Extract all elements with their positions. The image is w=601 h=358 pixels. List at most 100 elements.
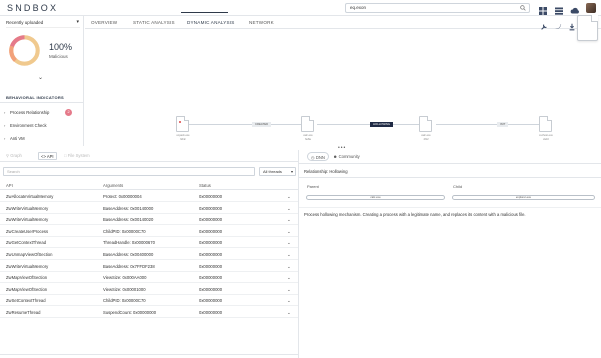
table-row[interactable]: ZwWriteVirtualMemory BaseAddress: 0x7FFDF…	[0, 261, 298, 272]
tab-graph[interactable]: ⚲ Graph	[6, 153, 22, 158]
cloud-upload-icon[interactable]	[570, 3, 580, 14]
grid-icon[interactable]	[538, 3, 548, 15]
process-node-icon[interactable]	[419, 116, 432, 132]
row-expand-chevron-icon[interactable]: ⌄	[287, 310, 291, 316]
tab-overview[interactable]: OVERVIEW	[91, 20, 117, 25]
process-node-icon[interactable]	[176, 116, 189, 132]
process-node-icon[interactable]	[539, 116, 552, 132]
top-bar: SNDBOX eq.exon	[0, 0, 601, 16]
cell-arguments: BaseAddress: 0x7FFDF238	[103, 263, 155, 269]
divider	[299, 207, 601, 208]
tab-static-analysis[interactable]: STATIC ANALYSIS	[133, 20, 175, 25]
process-node-icon[interactable]	[301, 116, 314, 132]
table-row[interactable]: ZwUnmapViewOfSection BaseAddress: 0x00400…	[0, 249, 298, 260]
row-expand-chevron-icon[interactable]: ⌄	[287, 206, 291, 212]
tab-community-label: Community	[338, 154, 360, 159]
twitter-icon[interactable]	[554, 18, 562, 29]
resize-handle[interactable]: •••	[338, 145, 346, 151]
threads-value: All threads	[263, 169, 282, 174]
cell-arguments: BaseAddress: 0x00400000	[103, 252, 154, 257]
expand-chevron-icon[interactable]: ⌄	[38, 74, 43, 81]
app-root: SNDBOX eq.exon Recently uploaded ▾ 100% …	[0, 0, 601, 358]
table-row[interactable]: ZwWriteVirtualMemory BaseAddress: 0x00140…	[0, 214, 298, 226]
indicator-item[interactable]: › Environment Check	[4, 123, 47, 128]
table-row[interactable]: ZwMapViewOfSection ViewSize: 0x000AA000 0x…	[0, 272, 298, 284]
cell-api: ZwMapViewOfSection	[6, 286, 48, 292]
recent-dropdown[interactable]: Recently uploaded ▾	[6, 19, 80, 28]
table-row[interactable]: ZwSetContextThread ChildPID: 0x00000C70 0x…	[0, 295, 298, 307]
search-icon[interactable]	[520, 5, 526, 14]
relationship-description: Process hollowing mechanism. Creating a …	[304, 212, 526, 217]
header-status[interactable]: Status	[199, 183, 211, 188]
chevron-right-icon: ›	[4, 110, 6, 115]
table-row[interactable]: ZwGetContextThread ThreadHandle: 0x000006…	[0, 237, 298, 249]
child-label: Child	[453, 184, 463, 189]
download-icon[interactable]	[568, 18, 576, 31]
avatar[interactable]	[586, 3, 596, 13]
header-api[interactable]: API	[6, 183, 13, 188]
process-node-name: unpack.exe	[176, 134, 190, 137]
row-expand-chevron-icon[interactable]: ⌄	[287, 252, 291, 258]
edge-label[interactable]: INIT	[497, 122, 509, 127]
cell-api: ZwWriteVirtualMemory	[6, 205, 49, 211]
child-process-pill[interactable]: explorer.exe	[452, 195, 595, 200]
parent-process-pill[interactable]: calc.exe	[306, 195, 445, 200]
table-row[interactable]: ZwResumeThread SuspendCount: 0x00000000 0x…	[0, 307, 298, 318]
users-icon: ☻	[333, 154, 338, 159]
threads-select[interactable]: All threads ▾	[259, 167, 296, 176]
tab-network[interactable]: NETWORK	[249, 20, 274, 25]
tab-file-system[interactable]: □ File System	[64, 153, 90, 158]
threat-score-donut	[9, 35, 40, 66]
cell-api: ZwResumeThread	[6, 310, 41, 315]
edge-label[interactable]: CREATED	[252, 122, 272, 127]
list-icon[interactable]	[554, 3, 564, 15]
process-node-id: 4f12	[423, 138, 429, 141]
search-input[interactable]: eq.exon	[345, 3, 530, 13]
row-expand-chevron-icon[interactable]: ⌄	[287, 217, 291, 223]
table-row[interactable]: ZwWriteVirtualMemory BaseAddress: 0x00140…	[0, 203, 298, 214]
tab-api-label: API	[46, 154, 54, 159]
row-expand-chevron-icon[interactable]: ⌄	[287, 287, 291, 293]
cell-status: 0x00000000	[199, 298, 223, 304]
edge-label-selected[interactable]: HOLLOWING	[370, 122, 394, 127]
pin-icon: ⚲	[6, 153, 10, 158]
row-expand-chevron-icon[interactable]: ⌄	[287, 275, 291, 281]
table-row[interactable]: ZwAllocateVirtualMemory Protect: 0x000000…	[0, 191, 298, 202]
cell-arguments: SuspendCount: 0x00000000	[103, 310, 157, 315]
cell-arguments: ChildPID: 0x00000C70	[103, 298, 146, 304]
cell-status: 0x00000000	[199, 286, 223, 292]
row-expand-chevron-icon[interactable]: ⌄	[287, 229, 291, 235]
cell-arguments: Protect: 0x00000004	[103, 194, 142, 199]
process-node-name: svchost.exe	[539, 134, 553, 137]
cell-api: ZwCreateUserProcess	[6, 228, 49, 234]
file-preview-icon[interactable]	[577, 15, 598, 41]
row-expand-chevron-icon[interactable]: ⌄	[287, 194, 291, 200]
cell-status: 0x00000000	[199, 217, 223, 223]
divider	[299, 163, 601, 164]
cell-api: ZwWriteVirtualMemory	[6, 217, 49, 223]
tab-community[interactable]: ☻ Community	[333, 152, 360, 161]
indicator-item[interactable]: › Process Relationship	[4, 110, 49, 115]
cell-status: 0x00000000	[199, 275, 223, 281]
graph-edge	[189, 124, 304, 125]
row-expand-chevron-icon[interactable]: ⌄	[287, 298, 291, 304]
cell-api: ZwGetContextThread	[6, 240, 47, 246]
tools-icon[interactable]	[540, 18, 548, 30]
cell-arguments: BaseAddress: 0x00140000	[103, 205, 154, 211]
indicator-label: Environment Check	[10, 123, 47, 128]
cell-arguments: BaseAddress: 0x00140020	[103, 217, 154, 223]
header-arguments[interactable]: Arguments	[103, 183, 123, 188]
tab-api[interactable]: <> API	[38, 152, 57, 160]
api-search-input[interactable]: Search	[3, 167, 255, 176]
cell-api: ZwMapViewOfSection	[6, 275, 48, 281]
panel-divider	[298, 150, 299, 358]
tab-dnn[interactable]: ◷ DNN	[307, 152, 329, 161]
row-expand-chevron-icon[interactable]: ⌄	[287, 240, 291, 246]
row-expand-chevron-icon[interactable]: ⌄	[287, 264, 291, 270]
indicator-item[interactable]: › Anti VM	[4, 136, 25, 141]
table-row[interactable]: ZwCreateUserProcess ChildPID: 0x00000C70 0…	[0, 226, 298, 237]
left-panel: Recently uploaded ▾ 100% Malicious ⌄ BEH…	[0, 16, 84, 146]
cell-api: ZwSetContextThread	[6, 298, 46, 304]
table-row[interactable]: ZwMapViewOfSection ViewSize: 0x00001000 0x…	[0, 284, 298, 295]
tab-dynamic-analysis[interactable]: DYNAMIC ANALYSIS	[187, 20, 235, 25]
